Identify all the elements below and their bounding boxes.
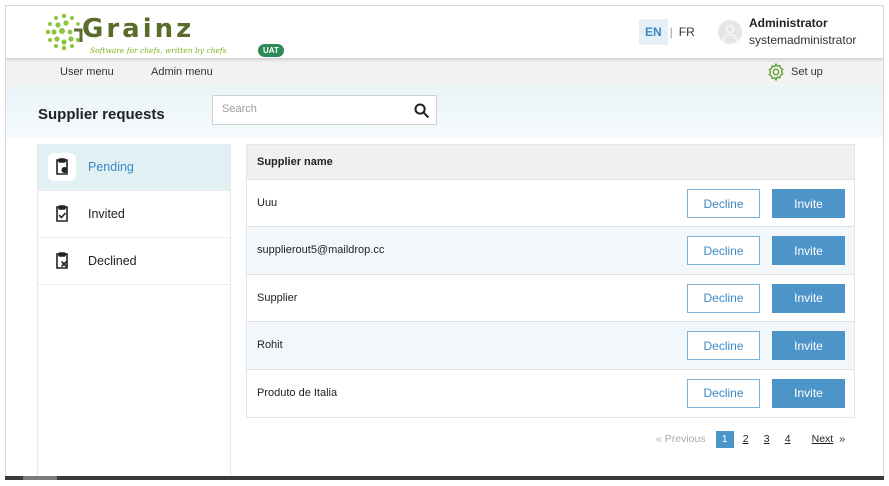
environment-badge: UAT xyxy=(258,44,284,57)
setup-label: Set up xyxy=(791,66,823,78)
decline-button[interactable]: Decline xyxy=(687,189,760,218)
window-bottom-bar xyxy=(5,476,884,480)
admin-menu-link[interactable]: Admin menu xyxy=(151,66,213,78)
grain-logo-icon xyxy=(45,13,83,51)
supplier-name-cell: Produto de Italia xyxy=(257,386,338,399)
supplier-name-cell: Rohit xyxy=(257,339,283,352)
status-sidebar: Pending Invited Declined xyxy=(37,144,231,480)
pagination-previous: « Previous xyxy=(656,433,706,445)
invite-button[interactable]: Invite xyxy=(772,331,845,361)
grainz-logo[interactable]: Grainz Software for chefs, written by ch… xyxy=(44,12,284,57)
table-row: Produto de Italia Decline Invite xyxy=(247,370,854,417)
supplier-name-cell: supplierout5@maildrop.cc xyxy=(257,244,385,257)
invite-button[interactable]: Invite xyxy=(772,378,845,408)
menu-bar: User menu Admin menu Set up xyxy=(6,58,883,86)
language-fr-button[interactable]: FR xyxy=(675,19,699,45)
sidebar-item-declined[interactable]: Declined xyxy=(38,238,230,285)
setup-link[interactable]: Set up xyxy=(766,62,823,82)
clipboard-clock-icon xyxy=(48,153,76,181)
language-separator: | xyxy=(669,25,673,39)
table-header: Supplier name xyxy=(247,145,854,180)
logo-tagline: Software for chefs, written by chefs xyxy=(90,46,227,55)
table-row: Uuu Decline Invite xyxy=(247,180,854,228)
decline-button[interactable]: Decline xyxy=(687,331,760,361)
user-menu-link[interactable]: User menu xyxy=(60,66,114,78)
gear-icon xyxy=(768,62,784,82)
pagination: « Previous 1 2 3 4 Next » xyxy=(656,430,845,448)
clipboard-check-icon xyxy=(48,200,76,228)
sidebar-item-label: Invited xyxy=(88,207,125,221)
page-title-bar: Supplier requests xyxy=(6,86,883,138)
logo-wordmark: Grainz xyxy=(82,14,195,44)
pagination-next[interactable]: Next xyxy=(812,433,834,445)
user-display-name[interactable]: Administrator xyxy=(749,16,828,30)
sidebar-item-label: Pending xyxy=(88,160,134,174)
sidebar-item-label: Declined xyxy=(88,254,137,268)
search-box xyxy=(212,95,437,125)
clipboard-x-icon xyxy=(48,247,76,275)
sidebar-item-invited[interactable]: Invited xyxy=(38,191,230,238)
user-login-name: systemadministrator xyxy=(749,33,857,47)
scrollbar-thumb[interactable] xyxy=(23,476,57,480)
sidebar-item-pending[interactable]: Pending xyxy=(38,144,230,191)
table-row: supplierout5@maildrop.cc Decline Invite xyxy=(247,227,854,275)
pagination-page-1[interactable]: 1 xyxy=(715,430,734,448)
column-header-supplier-name[interactable]: Supplier name xyxy=(257,156,333,168)
top-header: Grainz Software for chefs, written by ch… xyxy=(6,6,883,58)
user-avatar-icon[interactable] xyxy=(718,20,742,44)
pagination-next-arrow[interactable]: » xyxy=(839,433,845,445)
pagination-page-3[interactable]: 3 xyxy=(758,431,776,448)
search-input[interactable] xyxy=(222,103,402,115)
decline-button[interactable]: Decline xyxy=(687,236,760,266)
supplier-name-cell: Supplier xyxy=(257,291,298,304)
invite-button[interactable]: Invite xyxy=(772,236,845,266)
app-window: Grainz Software for chefs, written by ch… xyxy=(5,5,884,480)
table-row: Supplier Decline Invite xyxy=(247,275,854,323)
decline-button[interactable]: Decline xyxy=(687,378,760,408)
invite-button[interactable]: Invite xyxy=(772,283,845,313)
supplier-requests-table: Supplier name Uuu Decline Invite supplie… xyxy=(246,144,855,418)
search-icon[interactable] xyxy=(413,102,430,119)
language-en-button[interactable]: EN xyxy=(639,19,668,45)
page-title: Supplier requests xyxy=(38,106,165,123)
language-switcher: EN | FR xyxy=(639,18,699,46)
pagination-page-4[interactable]: 4 xyxy=(779,431,797,448)
table-row: Rohit Decline Invite xyxy=(247,322,854,370)
pagination-page-2[interactable]: 2 xyxy=(737,431,755,448)
decline-button[interactable]: Decline xyxy=(687,283,760,313)
invite-button[interactable]: Invite xyxy=(772,189,845,218)
supplier-name-cell: Uuu xyxy=(257,197,278,209)
